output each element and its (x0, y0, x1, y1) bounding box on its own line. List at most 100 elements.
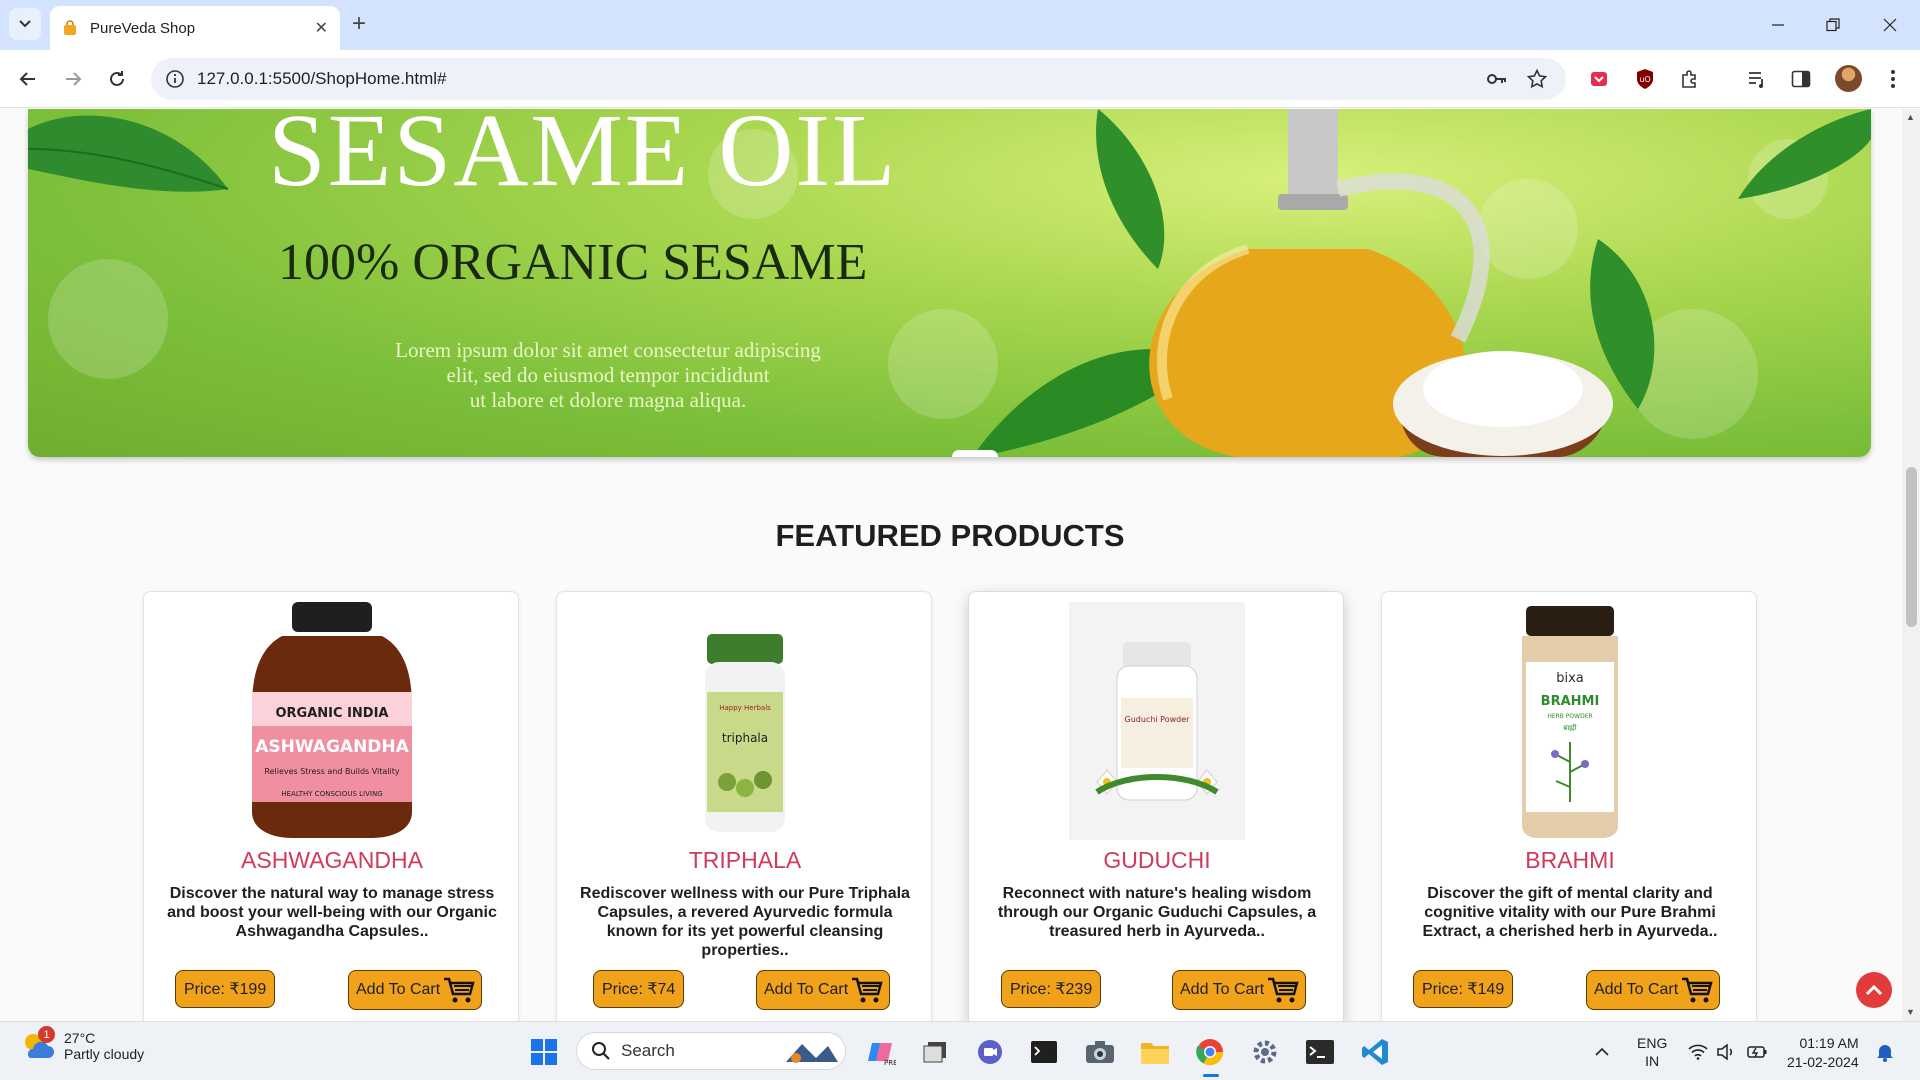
reload-icon (110, 71, 124, 86)
key-icon[interactable] (1486, 69, 1508, 89)
product-description: Discover the gift of mental clarity and … (1422, 885, 1718, 940)
language-code: ENG (1637, 1035, 1668, 1051)
carousel-indicator[interactable] (952, 450, 998, 457)
add-to-cart-label: Add To Cart (1180, 981, 1265, 998)
add-to-cart-button[interactable]: Add To Cart (1172, 970, 1307, 1010)
jar-tagline-text: Relieves Stress and Builds Vitality (264, 767, 400, 776)
search-highlight-icon (786, 1044, 838, 1063)
tab-search-button[interactable] (9, 8, 41, 40)
minimize-button[interactable] (1765, 12, 1791, 38)
extension-pocket-icon[interactable] (1586, 66, 1612, 92)
product-card: Happy Herbals triphala TRIPHALA Rediscov… (556, 591, 932, 1021)
close-window-button[interactable] (1877, 12, 1903, 38)
jar-brand-text: Happy Herbals (719, 704, 771, 712)
browser-menu-icon[interactable] (1880, 66, 1906, 92)
product-name: GUDUCHI (1103, 847, 1211, 873)
url-text[interactable]: 127.0.0.1:5500/ShopHome.html# (197, 69, 447, 89)
chevron-down-icon (19, 20, 31, 28)
camera-app-icon[interactable] (1083, 1035, 1117, 1069)
price-button[interactable]: Price: ₹199 (175, 970, 276, 1008)
clock-date: 21-02-2024 (1787, 1054, 1859, 1070)
leaf-decoration-left (28, 115, 229, 192)
page-scrollbar[interactable]: ▲ ▼ (1902, 109, 1920, 1021)
add-to-cart-label: Add To Cart (764, 981, 849, 998)
tab-close-icon[interactable]: ✕ (315, 18, 328, 38)
ashwagandha-product-image: ORGANIC INDIA ASHWAGANDHA Relieves Stres… (252, 602, 412, 838)
jar-name-text: Guduchi Powder (1125, 715, 1191, 724)
cart-icon (444, 977, 475, 1003)
hero-subtitle: 100% ORGANIC SESAME (278, 234, 868, 291)
hero-description-line: ut labore et dolore magna aliqua. (469, 388, 747, 412)
price-button[interactable]: Price: ₹149 (1413, 970, 1514, 1008)
brahmi-product-image: bixa BRAHMI HERB POWDER ब्राह्मी (1522, 606, 1618, 838)
product-description: Rediscover wellness with our Pure Tripha… (580, 885, 910, 959)
price-button[interactable]: Price: ₹74 (593, 970, 685, 1008)
clock[interactable]: 01:19 AM 21-02-2024 (1787, 1034, 1859, 1072)
address-bar[interactable]: 127.0.0.1:5500/ShopHome.html# (151, 58, 1566, 100)
scroll-up-arrow-icon[interactable]: ▲ (1906, 112, 1915, 122)
add-to-cart-button[interactable]: Add To Cart (1586, 970, 1721, 1010)
add-to-cart-button[interactable]: Add To Cart (756, 970, 891, 1010)
browser-tab-active[interactable]: PureVeda Shop ✕ (50, 6, 340, 50)
battery-icon[interactable] (1740, 1035, 1774, 1069)
browser-toolbar: 127.0.0.1:5500/ShopHome.html# uO (0, 50, 1920, 108)
bookmark-star-icon[interactable] (1527, 69, 1547, 89)
volume-icon[interactable] (1709, 1035, 1743, 1069)
side-panel-icon[interactable] (1788, 66, 1814, 92)
add-to-cart-label: Add To Cart (356, 981, 441, 998)
copilot-app-icon[interactable]: PRE (864, 1035, 898, 1069)
product-card: Guduchi Powder GUDUCHI Reconnect with na… (968, 591, 1344, 1021)
page-viewport: SESAME OIL 100% ORGANIC SESAME Lorem ips… (0, 109, 1920, 1021)
notification-badge: 1 (38, 1026, 55, 1043)
notification-bell-icon[interactable] (1868, 1035, 1902, 1069)
jar-footer-text: HEALTHY CONSCIOUS LIVING (281, 790, 382, 798)
back-button[interactable] (14, 65, 42, 93)
start-button[interactable] (527, 1035, 561, 1069)
show-hidden-icons-chevron-icon[interactable] (1585, 1035, 1619, 1069)
chevron-up-icon (1865, 984, 1883, 996)
weather-description: Partly cloudy (64, 1046, 145, 1062)
jar-name-text: BRAHMI (1541, 694, 1600, 709)
price-button[interactable]: Price: ₹239 (1001, 970, 1102, 1008)
language-indicator[interactable]: ENG IN (1637, 1034, 1667, 1070)
weather-widget[interactable]: 1 27°C Partly cloudy (20, 1026, 145, 1062)
restore-button[interactable] (1820, 12, 1846, 38)
minimize-icon (1772, 24, 1784, 26)
profile-avatar[interactable] (1835, 65, 1862, 92)
media-controls-icon[interactable] (1744, 66, 1770, 92)
leaf-decoration-right (1738, 109, 1871, 199)
chrome-app-icon[interactable] (1193, 1035, 1227, 1069)
terminal-app-icon[interactable] (1027, 1035, 1061, 1069)
settings-app-icon[interactable] (1248, 1035, 1282, 1069)
back-to-top-button[interactable] (1856, 972, 1892, 1008)
hero-description-line: elit, sed do eiusmod tempor incididunt (446, 363, 770, 387)
jar-name-text: ASHWAGANDHA (255, 737, 409, 757)
extension-ublock-icon[interactable]: uO (1632, 66, 1658, 92)
jar-brand-text: ORGANIC INDIA (276, 706, 389, 721)
command-prompt-icon[interactable] (1303, 1035, 1337, 1069)
file-explorer-icon[interactable] (1138, 1035, 1172, 1069)
teams-chat-icon[interactable] (973, 1035, 1007, 1069)
add-to-cart-button[interactable]: Add To Cart (348, 970, 483, 1010)
add-to-cart-label: Add To Cart (1594, 981, 1679, 998)
taskbar-search-box[interactable]: Search (576, 1032, 846, 1070)
arrow-left-icon (19, 72, 35, 86)
site-info-icon[interactable] (165, 69, 185, 89)
windows-taskbar: 1 27°C Partly cloudy Search PRE ENG IN 0… (0, 1021, 1920, 1080)
svg-text:PRE: PRE (884, 1059, 896, 1067)
extensions-puzzle-icon[interactable] (1677, 66, 1703, 92)
new-tab-button[interactable]: + (352, 11, 366, 37)
vscode-app-icon[interactable] (1358, 1035, 1392, 1069)
hero-description: Lorem ipsum dolor sit amet consectetur a… (288, 338, 928, 413)
scrollbar-thumb[interactable] (1906, 467, 1917, 627)
browser-tabstrip: PureVeda Shop ✕ + (0, 0, 1920, 50)
product-description: Reconnect with nature's healing wisdom t… (997, 885, 1317, 940)
task-view-icon[interactable] (918, 1035, 952, 1069)
clock-time: 01:19 AM (1799, 1035, 1859, 1051)
search-label: Search (621, 1041, 675, 1060)
forward-button[interactable] (59, 65, 87, 93)
product-card: bixa BRAHMI HERB POWDER ब्राह्मी BRAHMI … (1381, 591, 1757, 1021)
scroll-down-arrow-icon[interactable]: ▼ (1906, 1007, 1915, 1017)
jar-name-text: triphala (722, 731, 768, 745)
reload-button[interactable] (103, 65, 131, 93)
